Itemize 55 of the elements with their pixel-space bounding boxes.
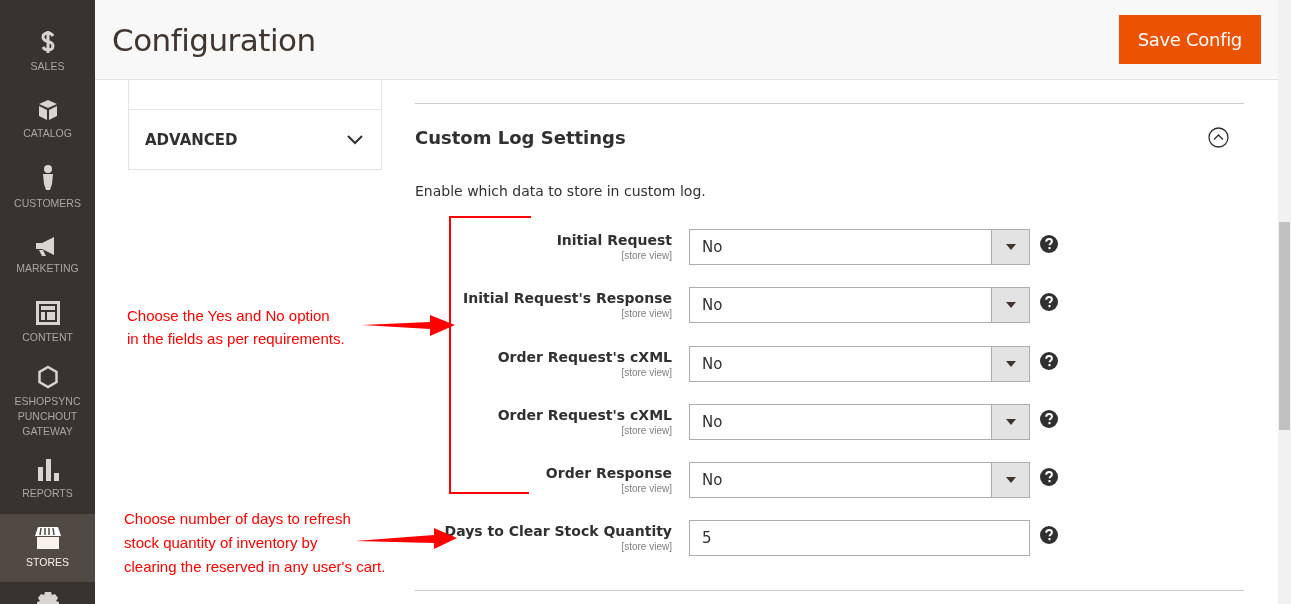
sidebar-item[interactable]: ESHOPSYNC PUNCHOUT GATEWAY	[0, 357, 95, 447]
layout-icon	[35, 301, 60, 326]
box-icon	[36, 98, 59, 121]
field-label: Initial Request	[556, 231, 672, 249]
help-icon[interactable]	[1040, 409, 1058, 428]
dropdown-arrow-icon	[1005, 302, 1016, 309]
field-label: Initial Request's Response	[463, 289, 672, 308]
section-description: Enable which data to store in custom log.	[415, 183, 707, 199]
annotation-text: Choose number of days to refresh stock quantity of inventory by clearing the reserved in any user's cart.	[124, 509, 386, 577]
sidebar-item[interactable]: SALES	[0, 18, 95, 86]
field-label: Order Request's cXML	[497, 405, 672, 424]
save-config-button[interactable]: Save Config	[1118, 15, 1261, 64]
select-field[interactable]: No	[689, 403, 1030, 440]
tab-label: ADVANCED	[145, 130, 238, 149]
field-label: Order Response	[545, 464, 672, 483]
sidebar-item[interactable]: CATALOG	[0, 85, 95, 154]
dropdown-arrow-icon	[1005, 418, 1016, 425]
dropdown-arrow-icon	[1005, 477, 1016, 484]
scrollbar[interactable]	[1278, 0, 1291, 604]
help-icon[interactable]	[1040, 293, 1058, 312]
scope-label: [store view]	[621, 307, 672, 321]
help-icon[interactable]	[1040, 526, 1058, 545]
person-icon	[40, 164, 55, 191]
sidebar-item[interactable]: MARKETING	[0, 221, 95, 290]
annotation-text: Choose the Yes and No option in the fields as per requirements.	[127, 306, 345, 349]
sidebar-item[interactable]: STORES	[0, 514, 95, 582]
bar-chart-icon	[36, 459, 59, 482]
scope-label: [store view]	[621, 482, 672, 496]
select-field[interactable]: No	[689, 345, 1030, 382]
hexagon-icon	[36, 364, 59, 389]
scope-label: [store view]	[621, 365, 672, 379]
sidebar-item[interactable]: CONTENT	[0, 289, 95, 358]
config-tab[interactable]: ADVANCED	[129, 110, 381, 169]
scope-label: [store view]	[621, 423, 672, 437]
dollar-icon	[40, 29, 55, 54]
page-title: Configuration	[112, 21, 316, 58]
storefront-icon	[33, 526, 62, 551]
gear-icon[interactable]	[36, 591, 59, 604]
select-field[interactable]: No	[689, 287, 1030, 324]
help-icon[interactable]	[1040, 468, 1058, 487]
dropdown-arrow-icon	[1005, 244, 1016, 250]
section-title: Custom Log Settings	[415, 127, 626, 148]
dropdown-arrow-icon	[1005, 360, 1016, 367]
select-field[interactable]: No	[689, 462, 1030, 499]
collapse-icon[interactable]	[1208, 127, 1229, 148]
field-label: Days to Clear Stock Quantity	[444, 522, 672, 541]
scope-label: [store view]	[621, 249, 672, 262]
help-icon[interactable]	[1040, 235, 1058, 253]
sidebar-item[interactable]: CUSTOMERS	[0, 153, 95, 222]
help-icon[interactable]	[1040, 351, 1058, 370]
scope-label: [store view]	[621, 540, 672, 554]
input-field[interactable]: 5	[689, 520, 1030, 557]
select-field[interactable]: No	[689, 229, 1030, 265]
field-label: Order Request's cXML	[497, 347, 672, 366]
sidebar-item[interactable]: REPORTS	[0, 446, 95, 515]
